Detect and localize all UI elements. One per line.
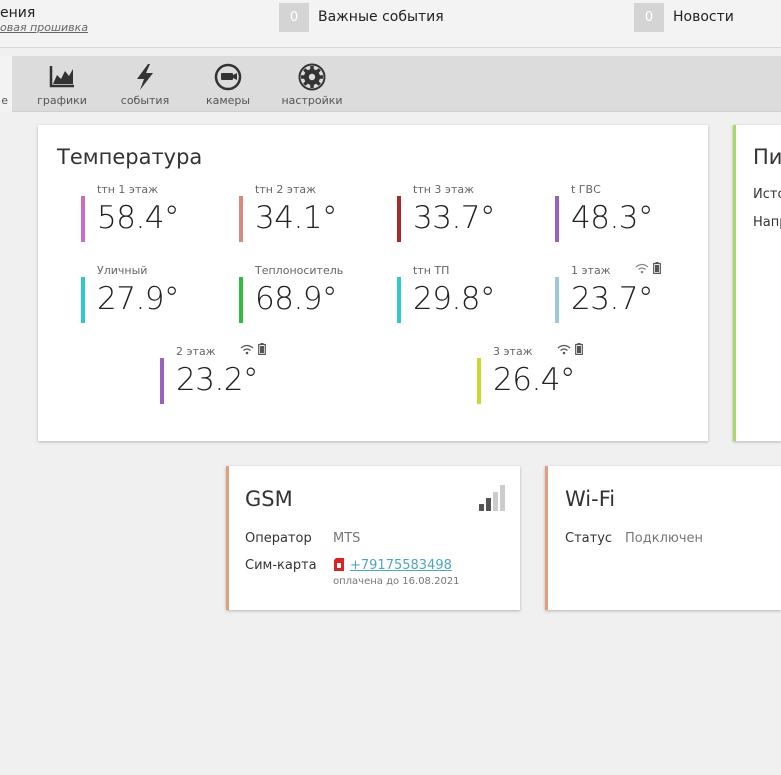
gsm-operator-value: MTS: [333, 531, 361, 546]
sensor-color-bar: [477, 358, 481, 404]
chart-icon: [49, 66, 74, 88]
sensor-value: 34.1°: [255, 200, 338, 236]
partial-card-title: Пи: [753, 145, 781, 169]
device-title: ения: [0, 5, 36, 21]
sensor-5[interactable]: Теплоноситель 68.9°: [239, 264, 389, 324]
lightning-icon: [137, 64, 153, 90]
battery-icon: [574, 343, 583, 356]
partial-card: Пи Исто Напр: [733, 125, 781, 441]
gsm-paid-until: оплачена до 16.08.2021: [333, 576, 460, 587]
gsm-title: GSM: [245, 487, 293, 511]
important-events-label[interactable]: Важные события: [318, 9, 444, 25]
sensor-6[interactable]: tтн ТП 29.8°: [397, 264, 547, 324]
wifi-icon: [240, 344, 254, 355]
sensor-0[interactable]: tтн 1 этаж 58.4°: [81, 183, 231, 243]
sensor-name: tтн ТП: [413, 264, 450, 277]
sensor-color-bar: [160, 358, 164, 404]
temperature-card: Температура tтн 1 этаж 58.4° tтн 2 этаж …: [38, 125, 708, 441]
sensor-name: tтн 2 этаж: [255, 183, 316, 196]
wifi-status-label: Статус: [565, 531, 613, 546]
sensor-value: 48.3°: [571, 200, 654, 236]
sensor-value: 29.8°: [413, 281, 496, 317]
sensor-name: 1 этаж: [571, 264, 611, 277]
partial-card-row-2: Напр: [753, 215, 781, 230]
tab-charts[interactable]: графики: [24, 60, 100, 110]
sensor-3[interactable]: t ГВС 48.3°: [555, 183, 705, 243]
sensor-color-bar: [81, 196, 85, 242]
news-label[interactable]: Новости: [673, 9, 734, 25]
firmware-link[interactable]: овая прошивка: [0, 21, 88, 34]
battery-icon: [257, 343, 266, 356]
sensor-color-bar: [397, 196, 401, 242]
sensor-9[interactable]: 3 этаж 26.4°: [477, 343, 627, 405]
sensor-name: tтн 3 этаж: [413, 183, 474, 196]
tab-charts-label: графики: [37, 94, 87, 107]
tab-settings[interactable]: настройки: [274, 60, 350, 110]
wifi-card: Wi-Fi Статус Подключен: [545, 466, 781, 610]
wifi-title: Wi-Fi: [565, 487, 616, 511]
sensor-value: 23.2°: [176, 362, 259, 398]
sensor-name: Теплоноситель: [255, 264, 344, 277]
wifi-status-value: Подключен: [625, 531, 703, 546]
gsm-sim-number-link[interactable]: +79175583498: [350, 558, 452, 573]
sensor-name: Уличный: [97, 264, 148, 277]
camera-icon: [214, 63, 242, 91]
top-header: ения овая прошивка 0 Важные события 0 Но…: [0, 0, 781, 48]
sensor-name: tтн 1 этаж: [97, 183, 158, 196]
sensor-color-bar: [555, 196, 559, 242]
wifi-icon: [635, 263, 649, 274]
battery-icon: [652, 262, 661, 275]
sensor-value: 27.9°: [97, 281, 180, 317]
tab-events-label: события: [120, 94, 170, 107]
sensor-color-bar: [239, 196, 243, 242]
sensor-color-bar: [555, 277, 559, 323]
sensor-1[interactable]: tтн 2 этаж 34.1°: [239, 183, 389, 243]
sensor-status: [557, 343, 583, 358]
sensor-color-bar: [239, 277, 243, 323]
partial-card-row-1: Исто: [753, 187, 781, 202]
sensor-8[interactable]: 2 этаж 23.2°: [160, 343, 310, 405]
sensor-2[interactable]: tтн 3 этаж 33.7°: [397, 183, 547, 243]
sensor-value: 68.9°: [255, 281, 338, 317]
sensor-name: 3 этаж: [493, 345, 533, 358]
tab-cameras-label: камеры: [205, 94, 251, 107]
gsm-sim-label: Сим-карта: [245, 558, 317, 573]
tab-events[interactable]: события: [107, 60, 183, 110]
sensor-value: 33.7°: [413, 200, 496, 236]
news-count[interactable]: 0: [634, 3, 664, 32]
sensor-value: 26.4°: [493, 362, 576, 398]
sensor-color-bar: [397, 277, 401, 323]
signal-strength-icon: [479, 485, 505, 511]
sensor-value: 23.7°: [571, 281, 654, 317]
tab-main-label: е: [1, 94, 8, 107]
sim-card-icon: [334, 558, 344, 571]
important-events-count[interactable]: 0: [279, 3, 309, 32]
nav-bar: е графики события камеры настройки: [0, 56, 781, 112]
sensor-4[interactable]: Уличный 27.9°: [81, 264, 231, 324]
sensor-status: [635, 262, 661, 277]
gear-icon: [298, 63, 326, 91]
sensor-status: [240, 343, 266, 358]
wifi-icon: [557, 344, 571, 355]
tab-main[interactable]: е: [0, 56, 12, 112]
sensor-color-bar: [81, 277, 85, 323]
sensor-name: 2 этаж: [176, 345, 216, 358]
gsm-operator-label: Оператор: [245, 531, 312, 546]
sensor-7[interactable]: 1 этаж 23.7°: [555, 262, 705, 324]
gsm-card: GSM Оператор MTS Сим-карта +79175583498 …: [226, 466, 520, 610]
sensor-name: t ГВС: [571, 183, 601, 196]
sensor-value: 58.4°: [97, 200, 180, 236]
tab-settings-label: настройки: [281, 94, 343, 107]
tab-cameras[interactable]: камеры: [190, 60, 266, 110]
temperature-title: Температура: [57, 145, 203, 169]
